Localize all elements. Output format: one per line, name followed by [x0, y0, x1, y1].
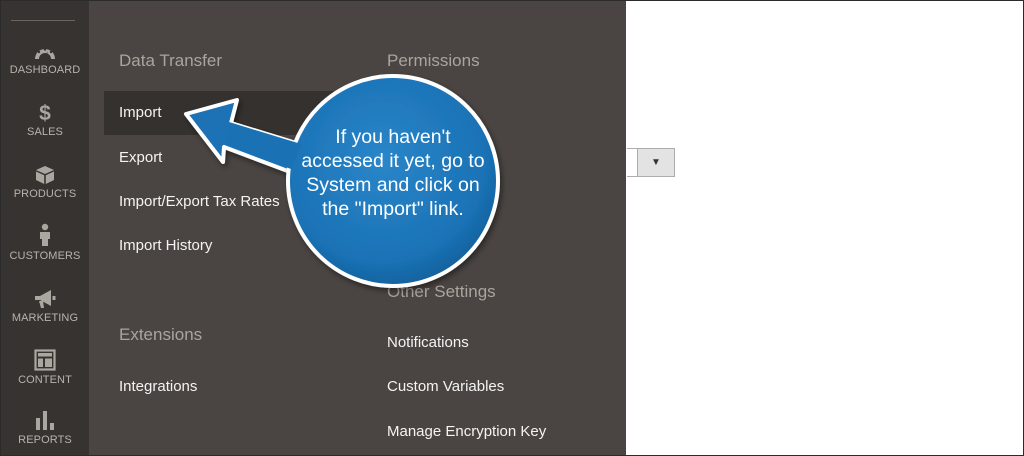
- callout-line: accessed it yet, go to: [301, 150, 485, 172]
- callout-line: System and click on: [306, 174, 480, 196]
- callout-graphic: [184, 74, 500, 288]
- callout-line: If you haven't: [335, 126, 451, 148]
- screenshot-frame: DASHBOARD $ SALES PRODUCTS CUSTOMERS MAR…: [0, 0, 1024, 456]
- callout-text: If you haven't accessed it yet, go to Sy…: [293, 125, 493, 221]
- callout-line: the "Import" link.: [322, 198, 464, 220]
